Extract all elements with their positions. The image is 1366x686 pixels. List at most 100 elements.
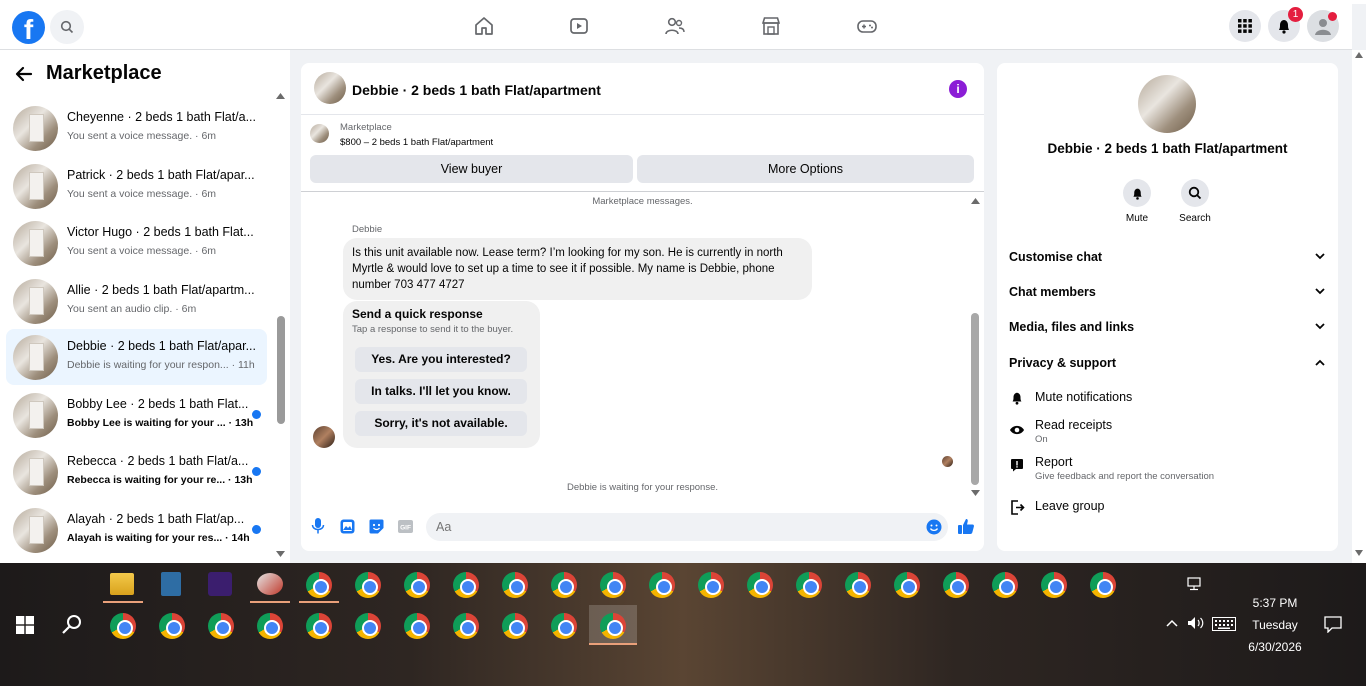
quick-response-button[interactable]: Yes. Are you interested?	[355, 347, 527, 372]
gaming-tab[interactable]	[854, 13, 880, 39]
network-icon[interactable]	[1187, 577, 1205, 591]
search-icon[interactable]	[61, 614, 83, 636]
volume-icon[interactable]	[1187, 616, 1205, 630]
chrome-icon[interactable]	[992, 572, 1018, 598]
chrome-icon[interactable]	[551, 613, 577, 639]
chat-members-section[interactable]: Chat members	[1009, 285, 1327, 299]
home-tab[interactable]	[471, 13, 497, 39]
sidebar-scrollbar-thumb[interactable]	[277, 316, 285, 424]
conversation-item[interactable]: Victor Hugo · 2 beds 1 bath Flat... You …	[6, 215, 267, 271]
chrome-icon[interactable]	[747, 572, 773, 598]
scroll-up-icon[interactable]	[1355, 52, 1363, 58]
scroll-up-icon[interactable]	[971, 198, 980, 205]
chrome-icon[interactable]	[502, 572, 528, 598]
conversation-item[interactable]: Allie · 2 beds 1 bath Flat/apartm... You…	[6, 273, 267, 329]
file-explorer-icon[interactable]	[110, 573, 134, 595]
quick-response-button[interactable]: Sorry, it's not available.	[355, 411, 527, 436]
photo-icon[interactable]	[339, 518, 355, 534]
gif-icon[interactable]: GIF	[397, 518, 413, 534]
scroll-down-icon[interactable]	[971, 490, 980, 497]
chrome-icon[interactable]	[355, 572, 381, 598]
chrome-icon[interactable]	[894, 572, 920, 598]
message-input[interactable]	[426, 513, 948, 541]
conversation-item[interactable]: Alayah · 2 beds 1 bath Flat/ap... Alayah…	[6, 502, 267, 558]
info-icon[interactable]: i	[949, 80, 967, 98]
friends-tab[interactable]	[662, 13, 688, 39]
chrome-icon[interactable]	[257, 613, 283, 639]
clock-day[interactable]: Tuesday	[1240, 618, 1310, 632]
chrome-icon[interactable]	[453, 613, 479, 639]
system-message: Marketplace messages.	[592, 196, 693, 207]
scroll-up-icon[interactable]	[276, 92, 285, 100]
quick-response-button[interactable]: In talks. I'll let you know.	[355, 379, 527, 404]
chrome-icon[interactable]	[355, 613, 381, 639]
chrome-icon[interactable]	[943, 572, 969, 598]
view-buyer-button[interactable]: View buyer	[310, 155, 633, 183]
read-receipts-item[interactable]: Read receipts On	[1009, 418, 1327, 448]
chrome-icon[interactable]	[845, 572, 871, 598]
like-thumbs-up-icon[interactable]	[957, 517, 975, 535]
marketplace-tab[interactable]	[758, 13, 784, 39]
chat-scrollbar-thumb[interactable]	[971, 313, 979, 485]
clock-time[interactable]: 5:37 PM	[1240, 596, 1310, 610]
action-center-icon[interactable]	[1324, 616, 1342, 633]
mute-action[interactable]: Mute	[1107, 179, 1167, 224]
app-icon-purple[interactable]	[208, 572, 232, 596]
scroll-down-icon[interactable]	[1355, 550, 1363, 556]
chrome-icon[interactable]	[600, 572, 626, 598]
chrome-icon[interactable]	[698, 572, 724, 598]
conversation-item-active[interactable]: Debbie · 2 beds 1 bath Flat/apar... Debb…	[6, 329, 267, 385]
chrome-icon[interactable]	[404, 572, 430, 598]
bell-icon	[1123, 179, 1151, 207]
chrome-icon[interactable]	[306, 572, 332, 598]
chrome-icon[interactable]	[208, 613, 234, 639]
mute-notifications-item[interactable]: Mute notifications	[1009, 390, 1327, 410]
customise-chat-section[interactable]: Customise chat	[1009, 250, 1327, 264]
microphone-icon[interactable]	[310, 518, 326, 534]
more-options-button[interactable]: More Options	[637, 155, 974, 183]
chrome-icon-active[interactable]	[600, 613, 626, 639]
conversation-item[interactable]: Bobby Lee · 2 beds 1 bath Flat... Bobby …	[6, 387, 267, 443]
calculator-icon[interactable]	[161, 572, 181, 596]
sticker-icon[interactable]	[368, 518, 384, 534]
chrome-icon[interactable]	[551, 572, 577, 598]
video-tab[interactable]	[566, 13, 592, 39]
chat-avatar[interactable]	[314, 72, 346, 104]
chrome-icon[interactable]	[649, 572, 675, 598]
leave-group-item[interactable]: Leave group	[1009, 499, 1327, 519]
conversation-item[interactable]: Patrick · 2 beds 1 bath Flat/apar... You…	[6, 158, 267, 214]
svg-text:GIF: GIF	[400, 524, 411, 531]
chrome-icon[interactable]	[404, 613, 430, 639]
chevron-up-icon[interactable]	[1166, 619, 1178, 627]
listing-thumbnail	[13, 508, 58, 553]
facebook-logo[interactable]: f	[12, 11, 45, 44]
search-action[interactable]: Search	[1165, 179, 1225, 224]
privacy-support-section[interactable]: Privacy & support	[1009, 356, 1327, 370]
app-icon-umbrella[interactable]	[257, 573, 283, 595]
conversation-preview: Rebecca is waiting for your re... · 13h	[67, 474, 253, 486]
report-item[interactable]: Report Give feedback and report the conv…	[1009, 455, 1327, 485]
conversation-item[interactable]: Rebecca · 2 beds 1 bath Flat/a... Rebecc…	[6, 444, 267, 500]
windows-start-icon[interactable]	[16, 616, 34, 634]
chrome-icon[interactable]	[110, 613, 136, 639]
chrome-icon[interactable]	[1090, 572, 1116, 598]
conversation-name: Alayah · 2 beds 1 bath Flat/ap...	[67, 512, 245, 526]
scroll-down-icon[interactable]	[276, 550, 285, 558]
search-button[interactable]	[50, 10, 84, 44]
menu-button[interactable]	[1229, 10, 1261, 42]
conversation-item[interactable]: Cheyenne · 2 beds 1 bath Flat/a... You s…	[6, 100, 267, 156]
chrome-icon[interactable]	[159, 613, 185, 639]
chrome-icon[interactable]	[453, 572, 479, 598]
listing-thumbnail	[13, 393, 58, 438]
emoji-icon[interactable]	[926, 519, 942, 535]
chrome-icon[interactable]	[502, 613, 528, 639]
chrome-icon[interactable]	[796, 572, 822, 598]
clock-date[interactable]: 6/30/2026	[1240, 640, 1310, 654]
chrome-icon[interactable]	[306, 613, 332, 639]
keyboard-icon[interactable]	[1212, 617, 1236, 631]
back-arrow-icon[interactable]	[14, 64, 34, 84]
chrome-icon[interactable]	[1041, 572, 1067, 598]
media-files-links-section[interactable]: Media, files and links	[1009, 320, 1327, 334]
page-scrollbar[interactable]	[1352, 50, 1366, 563]
chat-title[interactable]: Debbie · 2 beds 1 bath Flat/apartment	[352, 82, 601, 98]
